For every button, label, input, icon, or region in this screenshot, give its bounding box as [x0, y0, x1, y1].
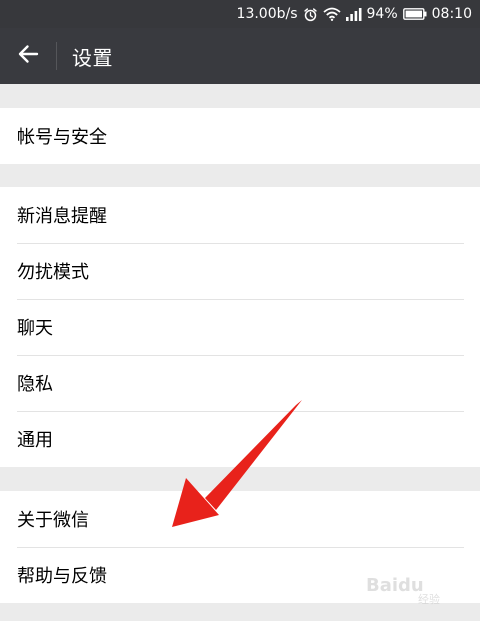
alarm-icon [303, 7, 318, 22]
settings-item-label: 帐号与安全 [17, 127, 107, 148]
status-bar: 13.00b/s 94% 08:10 [0, 0, 480, 28]
settings-item-general[interactable]: 通用 [0, 411, 480, 467]
page-title: 设置 [72, 45, 113, 70]
clock: 08:10 [431, 6, 472, 22]
arrow-left-icon [17, 44, 39, 68]
settings-item-about-wechat[interactable]: 关于微信 [0, 491, 480, 547]
settings-item-chat[interactable]: 聊天 [0, 299, 480, 355]
settings-item-do-not-disturb[interactable]: 勿扰模式 [0, 243, 480, 299]
signal-icon [345, 7, 362, 21]
settings-group-general: 新消息提醒 勿扰模式 聊天 隐私 通用 [0, 187, 480, 467]
baidu-watermark: Baidu 经验 [366, 569, 466, 609]
settings-item-account-security[interactable]: 帐号与安全 [0, 108, 480, 164]
settings-item-label: 通用 [17, 430, 53, 451]
battery-icon [402, 8, 427, 20]
watermark-logo: Baidu [366, 575, 424, 596]
watermark-subtext: 经验 [418, 593, 440, 606]
settings-item-label: 隐私 [17, 374, 53, 395]
settings-item-label: 勿扰模式 [17, 262, 89, 283]
wifi-icon [322, 7, 341, 21]
network-speed: 13.00b/s [236, 6, 298, 22]
settings-item-label: 新消息提醒 [17, 206, 107, 227]
app-bar: 设置 [0, 28, 480, 84]
settings-item-label: 聊天 [17, 318, 53, 339]
settings-item-privacy[interactable]: 隐私 [0, 355, 480, 411]
battery-percent: 94% [366, 6, 398, 22]
settings-group-account: 帐号与安全 [0, 108, 480, 164]
back-button[interactable] [0, 28, 56, 84]
settings-item-new-message-alerts[interactable]: 新消息提醒 [0, 187, 480, 243]
settings-item-label: 帮助与反馈 [17, 566, 107, 587]
app-bar-divider [56, 42, 57, 70]
settings-item-label: 关于微信 [17, 510, 89, 531]
